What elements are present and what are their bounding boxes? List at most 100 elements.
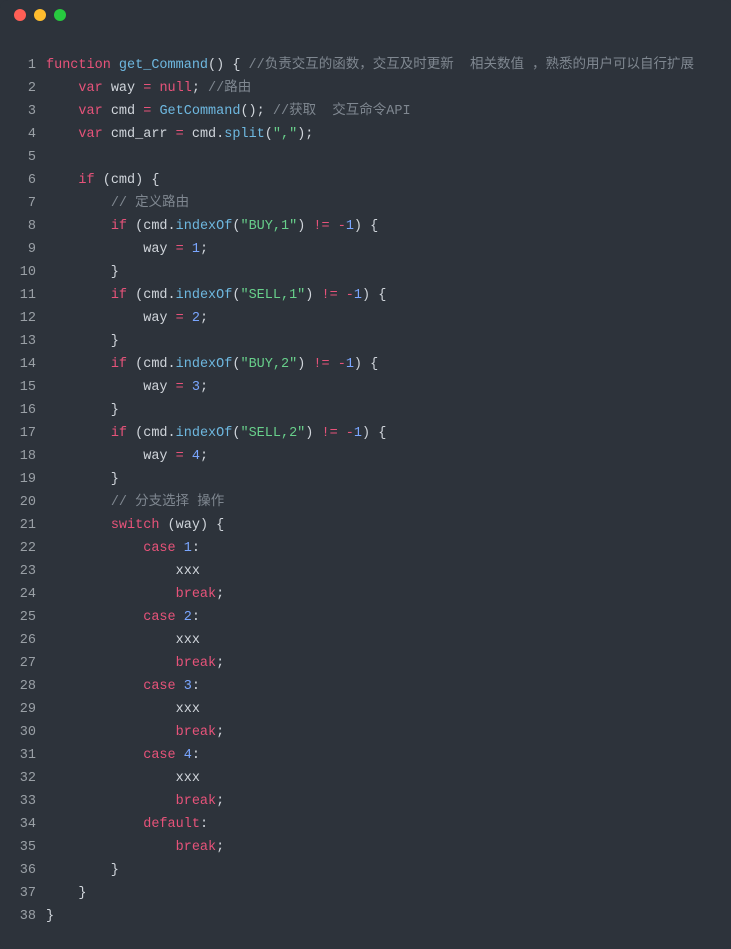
code-line[interactable]: break; <box>42 652 731 675</box>
line-number-gutter: 1234567891011121314151617181920212223242… <box>0 54 42 928</box>
line-number: 15 <box>0 376 42 399</box>
token-kw: case <box>143 610 175 625</box>
code-line[interactable]: } <box>42 468 731 491</box>
token-id: cmd <box>143 357 167 372</box>
minimize-dot-icon[interactable] <box>34 9 46 21</box>
code-line[interactable]: case 3: <box>42 675 731 698</box>
code-line[interactable]: var cmd = GetCommand(); //获取 交互命令API <box>42 100 731 123</box>
token-fn: indexOf <box>176 357 233 372</box>
code-line[interactable]: case 4: <box>42 744 731 767</box>
code-line[interactable]: break; <box>42 583 731 606</box>
code-line[interactable]: } <box>42 399 731 422</box>
code-line[interactable]: xxx <box>42 560 731 583</box>
code-line[interactable] <box>42 146 731 169</box>
code-line[interactable]: case 2: <box>42 606 731 629</box>
token-pun <box>46 288 111 303</box>
code-line[interactable]: xxx <box>42 767 731 790</box>
token-cmt: //路由 <box>200 81 251 96</box>
code-line[interactable]: if (cmd.indexOf("BUY,2") != -1) { <box>42 353 731 376</box>
code-line[interactable]: } <box>42 330 731 353</box>
code-line[interactable]: if (cmd.indexOf("SELL,1") != -1) { <box>42 284 731 307</box>
code-line[interactable]: var way = null; //路由 <box>42 77 731 100</box>
token-pun: ) { <box>354 357 378 372</box>
token-id: cmd <box>143 288 167 303</box>
line-number: 36 <box>0 859 42 882</box>
token-op: != <box>321 288 337 303</box>
code-area[interactable]: function get_Command() { //负责交互的函数，交互及时更… <box>42 54 731 928</box>
token-pun: ; <box>192 81 200 96</box>
code-line[interactable]: function get_Command() { //负责交互的函数，交互及时更… <box>42 54 731 77</box>
token-pun <box>46 311 143 326</box>
token-pun: ; <box>216 840 224 855</box>
code-line[interactable]: // 定义路由 <box>42 192 731 215</box>
token-pun <box>46 196 111 211</box>
code-line[interactable]: way = 1; <box>42 238 731 261</box>
token-num: 4 <box>192 449 200 464</box>
token-null: null <box>159 81 191 96</box>
close-dot-icon[interactable] <box>14 9 26 21</box>
token-pun: ) { <box>135 173 159 188</box>
maximize-dot-icon[interactable] <box>54 9 66 21</box>
line-number: 34 <box>0 813 42 836</box>
code-line[interactable]: default: <box>42 813 731 836</box>
code-line[interactable]: if (cmd.indexOf("BUY,1") != -1) { <box>42 215 731 238</box>
token-id: way <box>143 449 167 464</box>
code-line[interactable]: if (cmd) { <box>42 169 731 192</box>
token-pun: ) <box>305 426 321 441</box>
code-line[interactable]: } <box>42 261 731 284</box>
token-pun <box>46 587 176 602</box>
line-number: 37 <box>0 882 42 905</box>
token-pun: . <box>168 357 176 372</box>
code-line[interactable]: } <box>42 905 731 928</box>
token-pun: } <box>46 334 119 349</box>
line-number: 2 <box>0 77 42 100</box>
token-id: way <box>143 380 167 395</box>
token-id: xxx <box>176 633 200 648</box>
code-line[interactable]: xxx <box>42 698 731 721</box>
code-line[interactable]: way = 3; <box>42 376 731 399</box>
code-line[interactable]: if (cmd.indexOf("SELL,2") != -1) { <box>42 422 731 445</box>
token-pun: : <box>192 679 200 694</box>
token-pun: ( <box>127 426 143 441</box>
token-pun: ) <box>297 357 313 372</box>
code-line[interactable]: break; <box>42 721 731 744</box>
token-pun: : <box>192 748 200 763</box>
code-line[interactable]: } <box>42 859 731 882</box>
token-pun: ; <box>216 656 224 671</box>
line-number: 27 <box>0 652 42 675</box>
line-number: 11 <box>0 284 42 307</box>
code-line[interactable]: var cmd_arr = cmd.split(","); <box>42 123 731 146</box>
token-kw: var <box>78 81 110 96</box>
token-id: cmd <box>143 219 167 234</box>
token-pun: . <box>168 426 176 441</box>
code-line[interactable]: xxx <box>42 629 731 652</box>
code-line[interactable]: // 分支选择 操作 <box>42 491 731 514</box>
token-op: - <box>346 288 354 303</box>
code-line[interactable]: switch (way) { <box>42 514 731 537</box>
token-str: "," <box>273 127 297 142</box>
line-number: 16 <box>0 399 42 422</box>
token-pun <box>46 495 111 510</box>
code-line[interactable]: break; <box>42 836 731 859</box>
code-line[interactable]: break; <box>42 790 731 813</box>
token-op: - <box>338 357 346 372</box>
token-kw: if <box>111 357 127 372</box>
code-editor[interactable]: 1234567891011121314151617181920212223242… <box>0 30 731 928</box>
line-number: 35 <box>0 836 42 859</box>
line-number: 9 <box>0 238 42 261</box>
token-pun <box>46 357 111 372</box>
code-line[interactable]: way = 4; <box>42 445 731 468</box>
code-line[interactable]: way = 2; <box>42 307 731 330</box>
code-line[interactable]: case 1: <box>42 537 731 560</box>
token-pun: : <box>192 541 200 556</box>
token-pun: } <box>46 863 119 878</box>
code-line[interactable]: } <box>42 882 731 905</box>
token-pun: ; <box>216 587 224 602</box>
token-pun: } <box>46 886 87 901</box>
token-pun: ; <box>200 311 208 326</box>
token-kw: if <box>78 173 94 188</box>
token-pun <box>46 127 78 142</box>
token-num: 2 <box>184 610 192 625</box>
token-pun <box>46 219 111 234</box>
token-id: cmd <box>192 127 216 142</box>
